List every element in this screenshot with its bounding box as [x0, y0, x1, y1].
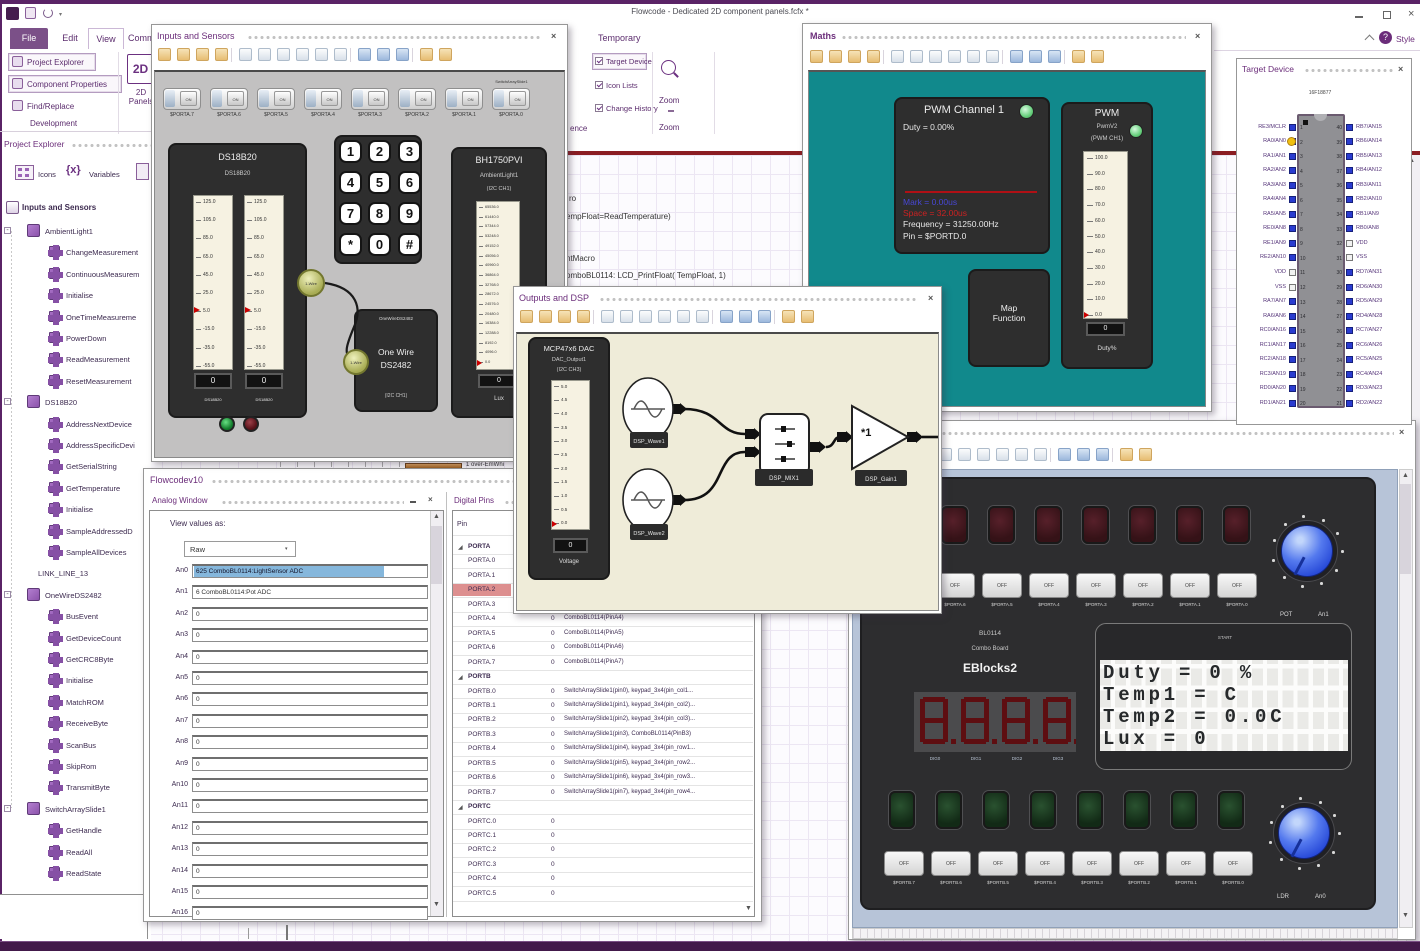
svg-text:DSP_Wave2: DSP_Wave2 — [633, 531, 664, 537]
svg-text:*1: *1 — [861, 427, 871, 439]
svg-text:DSP_Gain1: DSP_Gain1 — [865, 477, 897, 483]
svg-text:DSP_MIX1: DSP_MIX1 — [769, 476, 799, 482]
svg-text:DSP_Wave1: DSP_Wave1 — [633, 439, 664, 445]
